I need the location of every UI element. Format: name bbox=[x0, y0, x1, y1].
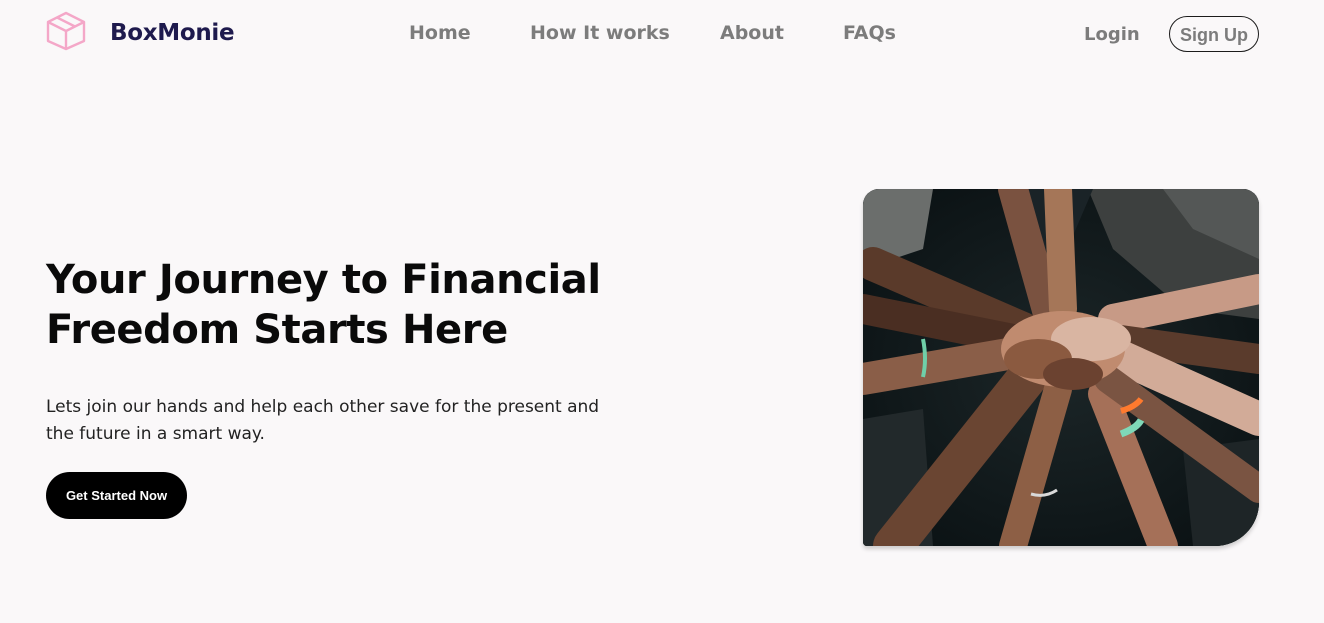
stacked-hands-illustration bbox=[863, 189, 1259, 546]
nav-link-about[interactable]: About bbox=[720, 19, 784, 47]
login-link[interactable]: Login bbox=[1084, 21, 1140, 49]
hero-description: Lets join our hands and help each other … bbox=[46, 394, 646, 448]
hero-title-line-1: Your Journey to Financial bbox=[46, 257, 601, 303]
hero-title: Your Journey to Financial Freedom Starts … bbox=[46, 255, 666, 355]
nav-link-faqs[interactable]: FAQs bbox=[843, 19, 896, 47]
stacked-hands-photo bbox=[863, 189, 1259, 546]
hero-description-line-1: Lets join our hands and help each other … bbox=[46, 397, 600, 417]
nav-link-how-it-works[interactable]: How It works bbox=[530, 19, 670, 47]
hero-description-line-2: the future in a smart way. bbox=[46, 424, 265, 444]
hero-title-line-2: Freedom Starts Here bbox=[46, 307, 508, 353]
signup-button[interactable]: Sign Up bbox=[1169, 16, 1259, 52]
nav-link-home[interactable]: Home bbox=[409, 19, 471, 47]
navbar: BoxMonie Home How It works About FAQs Lo… bbox=[0, 0, 1324, 68]
get-started-button[interactable]: Get Started Now bbox=[46, 472, 187, 519]
